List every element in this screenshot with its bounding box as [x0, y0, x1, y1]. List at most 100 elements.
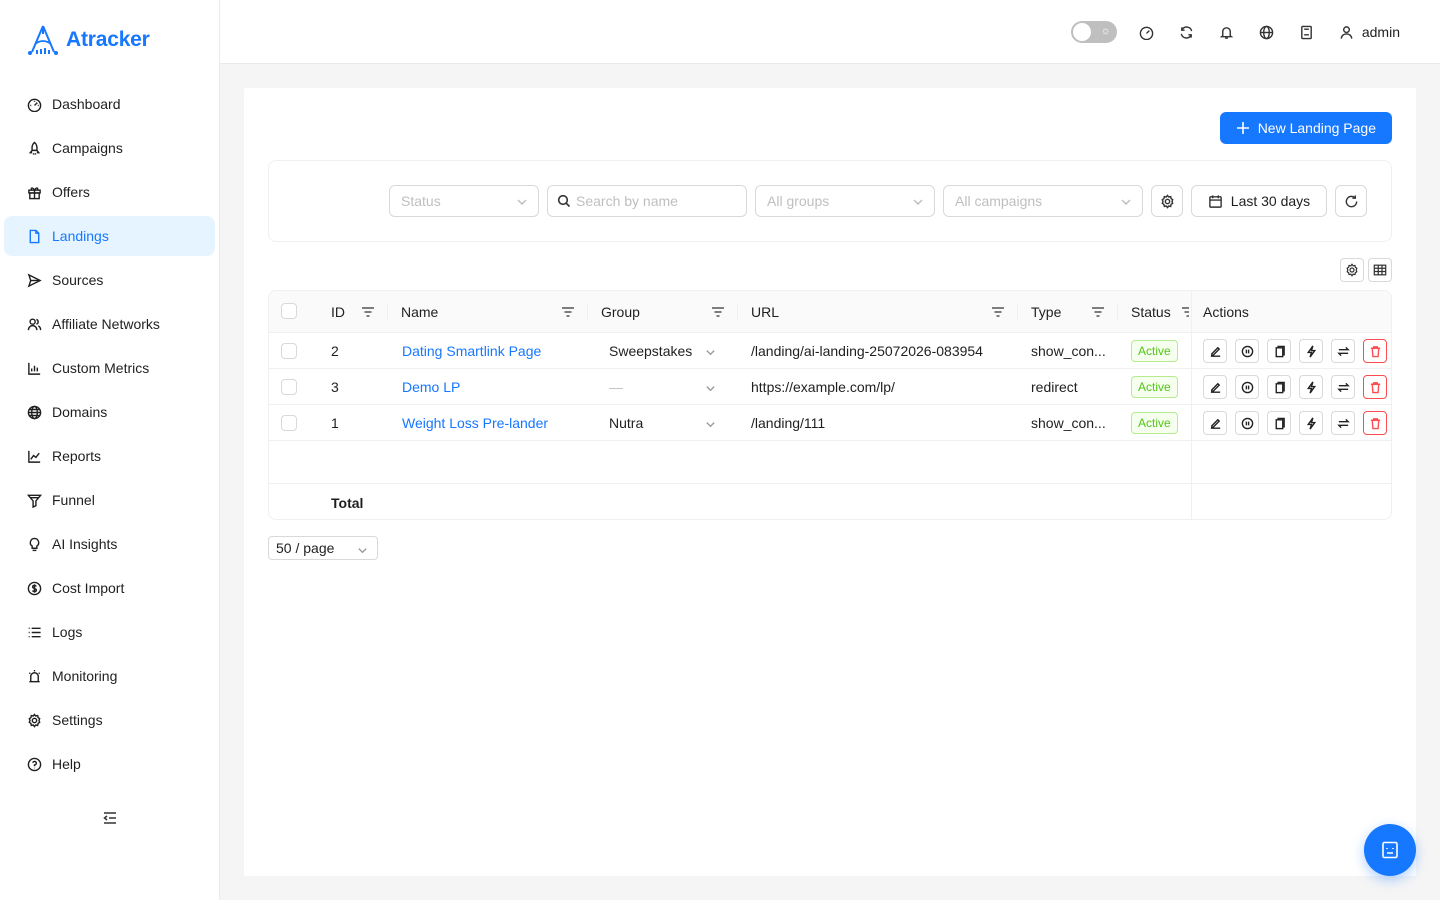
cell-group[interactable]: — [609, 369, 623, 404]
info-icon[interactable] [1235, 375, 1259, 399]
copy-icon[interactable] [1267, 339, 1291, 363]
sidebar-item-logs[interactable]: Logs [4, 612, 215, 652]
select-all-checkbox[interactable] [281, 303, 297, 319]
search-input[interactable]: Search by name [547, 185, 747, 217]
sidebar-item-custom-metrics[interactable]: Custom Metrics [4, 348, 215, 388]
refresh-button[interactable] [1335, 185, 1367, 217]
sidebar-item-label: Offers [52, 184, 90, 200]
delete-icon[interactable] [1363, 339, 1387, 363]
sidebar-item-domains[interactable]: Domains [4, 392, 215, 432]
cell-group[interactable]: Sweepstakes [609, 333, 692, 368]
status-select[interactable]: Status [389, 185, 539, 217]
app-name: Atracker [66, 28, 150, 51]
total-label: Total [331, 494, 364, 511]
cell-name-link[interactable]: Demo LP [402, 369, 460, 404]
sidebar-item-funnel[interactable]: Funnel [4, 480, 215, 520]
table-summary-row: Total [269, 483, 1391, 519]
filter-icon[interactable] [991, 305, 1005, 319]
sidebar-item-label: Affiliate Networks [52, 316, 160, 332]
sidebar-item-dashboard[interactable]: Dashboard [4, 84, 215, 124]
new-landing-page-button[interactable]: New Landing Page [1219, 112, 1392, 144]
app-logo[interactable]: Atracker [26, 24, 150, 56]
cell-group[interactable]: Nutra [609, 405, 643, 440]
info-icon[interactable] [1235, 411, 1259, 435]
sidebar-item-label: AI Insights [52, 536, 118, 552]
col-header-name: Name [401, 303, 439, 320]
sidebar-item-label: Reports [52, 448, 102, 464]
swap-icon[interactable] [1331, 375, 1355, 399]
cell-name-link[interactable]: Dating Smartlink Page [402, 333, 541, 368]
sidebar-item-campaigns[interactable]: Campaigns [4, 128, 215, 168]
date-range-label: Last 30 days [1230, 193, 1311, 209]
table-tools [1340, 258, 1392, 282]
edit-icon[interactable] [1203, 375, 1227, 399]
chevron-down-icon[interactable] [705, 345, 716, 361]
page-size-select[interactable]: 50 / page [268, 536, 378, 560]
copy-icon[interactable] [1267, 411, 1291, 435]
bar-chart-icon [26, 360, 42, 376]
assistant-chat-button[interactable] [1364, 824, 1416, 876]
campaigns-select[interactable]: All campaigns [943, 185, 1143, 217]
filter-settings-button[interactable] [1151, 185, 1183, 217]
filter-icon[interactable] [711, 305, 725, 319]
sync-icon[interactable] [1179, 24, 1195, 40]
sidebar-item-settings[interactable]: Settings [4, 700, 215, 740]
lightning-icon[interactable] [1299, 375, 1323, 399]
swap-icon[interactable] [1331, 339, 1355, 363]
filter-icon[interactable] [1091, 305, 1105, 319]
delete-icon[interactable] [1363, 411, 1387, 435]
row-checkbox[interactable] [281, 415, 297, 431]
column-divider [587, 303, 588, 321]
cell-type: redirect [1031, 378, 1078, 395]
sidebar-item-monitoring[interactable]: Monitoring [4, 656, 215, 696]
groups-placeholder: All groups [767, 193, 830, 209]
lightning-icon[interactable] [1299, 411, 1323, 435]
row-checkbox[interactable] [281, 379, 297, 395]
book-icon[interactable] [1299, 24, 1315, 40]
bell-icon[interactable] [1219, 24, 1235, 40]
groups-select[interactable]: All groups [755, 185, 935, 217]
sun-icon: ☼ [1100, 25, 1111, 37]
sidebar-item-label: Domains [52, 404, 108, 420]
dashboard-icon[interactable] [1139, 24, 1155, 40]
sidebar-item-cost-import[interactable]: Cost Import [4, 568, 215, 608]
logo-icon [28, 25, 58, 55]
collapse-sidebar-icon[interactable] [101, 809, 119, 827]
sidebar-item-help[interactable]: Help [4, 744, 215, 784]
sidebar-item-affiliate-networks[interactable]: Affiliate Networks [4, 304, 215, 344]
list-icon [26, 624, 42, 640]
cell-type: show_con... [1031, 414, 1106, 431]
filter-icon[interactable] [561, 305, 575, 319]
cell-name-link[interactable]: Weight Loss Pre-lander [402, 405, 548, 440]
edit-icon[interactable] [1203, 339, 1227, 363]
funnel-icon [26, 492, 42, 508]
sidebar-item-offers[interactable]: Offers [4, 172, 215, 212]
alert-icon [26, 668, 42, 684]
filter-icon[interactable] [361, 305, 375, 319]
sidebar-item-reports[interactable]: Reports [4, 436, 215, 476]
date-range-button[interactable]: Last 30 days [1191, 185, 1327, 217]
swap-icon[interactable] [1331, 411, 1355, 435]
lightning-icon[interactable] [1299, 339, 1323, 363]
row-checkbox[interactable] [281, 343, 297, 359]
globe-icon[interactable] [1259, 24, 1275, 40]
user-menu[interactable]: admin [1339, 24, 1400, 40]
edit-icon[interactable] [1203, 411, 1227, 435]
copy-icon[interactable] [1267, 375, 1291, 399]
sidebar-item-label: Monitoring [52, 668, 118, 684]
column-layout-button[interactable] [1368, 258, 1392, 282]
gear-icon [1346, 263, 1358, 277]
status-badge: Active [1131, 375, 1178, 398]
sidebar-item-sources[interactable]: Sources [4, 260, 215, 300]
chevron-down-icon[interactable] [705, 381, 716, 397]
table-settings-button[interactable] [1340, 258, 1364, 282]
theme-toggle[interactable]: ☼ [1070, 21, 1117, 43]
filter-icon[interactable] [1181, 305, 1189, 319]
chevron-down-icon[interactable] [705, 417, 716, 433]
info-icon[interactable] [1235, 339, 1259, 363]
sidebar-item-label: Sources [52, 272, 104, 288]
sidebar-item-ai-insights[interactable]: AI Insights [4, 524, 215, 564]
sidebar-item-landings[interactable]: Landings [4, 216, 215, 256]
dollar-icon [26, 580, 42, 596]
delete-icon[interactable] [1363, 375, 1387, 399]
